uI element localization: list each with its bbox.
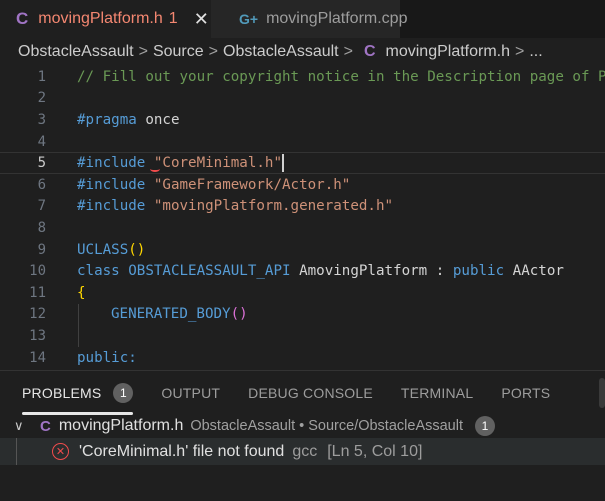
code-line: 11 { xyxy=(0,282,605,304)
code-line: 10 class OBSTACLEASSAULT_API AmovingPlat… xyxy=(0,260,605,282)
parens: () xyxy=(128,241,146,258)
line-number: 3 xyxy=(37,111,46,128)
tab-problem-count: 1 xyxy=(168,10,178,27)
tab-title: movingPlatform.h xyxy=(38,10,163,27)
problem-source: gcc xyxy=(292,442,318,460)
breadcrumb-item[interactable]: Source xyxy=(153,43,204,61)
code-line: 8 xyxy=(0,217,605,239)
line-number: 10 xyxy=(29,263,46,280)
line-number: 11 xyxy=(29,284,46,301)
breadcrumb-more[interactable]: ... xyxy=(529,43,542,61)
parens: () xyxy=(230,306,248,323)
keyword: public xyxy=(452,263,505,280)
comment: // Fill out your copyright notice in the… xyxy=(77,68,605,85)
string: "movingPlatform.generated.h" xyxy=(145,198,394,215)
breadcrumb-item[interactable]: ObstacleAssault xyxy=(18,43,134,61)
tab-label: OUTPUT xyxy=(161,385,221,401)
code-line: 7 #include "movingPlatform.generated.h" xyxy=(0,196,605,218)
chevron-down-icon[interactable]: ∨ xyxy=(14,418,36,434)
tab-label: TERMINAL xyxy=(400,385,474,401)
macro: UCLASS xyxy=(77,241,129,258)
problem-location: [Ln 5, Col 10] xyxy=(327,442,423,460)
code-line: 3 #pragma once xyxy=(0,109,605,131)
keyword: public: xyxy=(77,349,137,366)
code-line: 1 // Fill out your copyright notice in t… xyxy=(0,66,605,88)
base-class: AActor xyxy=(504,263,564,280)
indent-guide xyxy=(78,303,79,326)
chevron-right-icon: > xyxy=(515,43,525,60)
code-line: 9 UCLASS() xyxy=(0,239,605,261)
tab-debug-console[interactable]: DEBUG CONSOLE xyxy=(248,371,373,415)
problem-message: 'CoreMinimal.h' file not found xyxy=(79,442,285,460)
string: "GameFramework/Actor.h" xyxy=(145,176,351,193)
panel-tab-bar: PROBLEMS 1 OUTPUT DEBUG CONSOLE TERMINAL… xyxy=(0,371,605,415)
keyword: #pragma xyxy=(77,111,137,128)
line-number: 5 xyxy=(37,155,46,172)
error-icon: ✕ xyxy=(52,443,69,460)
keyword: #include xyxy=(77,155,146,172)
problem-group-row[interactable]: ∨ C movingPlatform.h ObstacleAssault • S… xyxy=(0,415,605,437)
problem-item[interactable]: ✕ 'CoreMinimal.h' file not found gcc [Ln… xyxy=(0,438,605,465)
line-number: 13 xyxy=(29,327,46,344)
close-icon[interactable]: ✕ xyxy=(194,9,209,30)
tab-output[interactable]: OUTPUT xyxy=(161,371,220,415)
problem-file-name: movingPlatform.h xyxy=(58,417,184,434)
cpp-file-icon: G+ xyxy=(239,11,259,27)
keyword: #include xyxy=(77,198,146,215)
c-file-icon: C xyxy=(363,43,376,60)
line-number: 2 xyxy=(37,90,46,107)
tree-guide xyxy=(16,438,17,465)
line-number: 9 xyxy=(37,241,46,258)
problems-count-badge: 1 xyxy=(113,383,134,403)
colon: : xyxy=(427,263,453,280)
code-line-current: 5 #include "CoreMinimal.h" xyxy=(0,152,605,174)
breadcrumb-item[interactable]: ObstacleAssault xyxy=(223,43,339,61)
tab-title: movingPlatform.cpp xyxy=(266,10,408,27)
brace: { xyxy=(77,284,86,301)
line-number: 1 xyxy=(37,68,46,85)
tab-problems[interactable]: PROBLEMS 1 xyxy=(22,371,134,415)
c-file-icon: C xyxy=(40,417,51,435)
chevron-right-icon: > xyxy=(208,43,218,60)
line-number: 12 xyxy=(29,306,46,323)
line-number: 14 xyxy=(29,349,46,366)
tab-moving-platform-cpp[interactable]: G+ movingPlatform.cpp xyxy=(211,0,407,38)
text-cursor xyxy=(282,154,285,173)
code-line: 14 public: xyxy=(0,347,605,366)
scrollbar[interactable] xyxy=(599,378,605,408)
tab-moving-platform-h[interactable]: C movingPlatform.h 1 ✕ xyxy=(0,0,211,38)
macro: GENERATED_BODY xyxy=(111,306,231,323)
keyword: class xyxy=(77,263,120,280)
problem-file-path: ObstacleAssault • Source/ObstacleAssault xyxy=(190,418,463,434)
code-line: 2 xyxy=(0,88,605,110)
tab-ports[interactable]: PORTS xyxy=(501,371,550,415)
chevron-right-icon: > xyxy=(343,43,353,60)
line-number: 8 xyxy=(37,219,46,236)
breadcrumb: ObstacleAssault > Source > ObstacleAssau… xyxy=(0,38,605,66)
code-line: 6 #include "GameFramework/Actor.h" xyxy=(0,174,605,196)
code-line: 12 GENERATED_BODY() xyxy=(0,303,605,326)
code-line: 4 xyxy=(0,131,605,153)
keyword: #include xyxy=(77,176,146,193)
tab-label: PROBLEMS xyxy=(22,385,102,401)
tab-label: PORTS xyxy=(501,385,551,401)
tab-terminal[interactable]: TERMINAL xyxy=(401,371,473,415)
string: "CoreMinimal.h" xyxy=(145,155,283,172)
tab-label: DEBUG CONSOLE xyxy=(248,385,373,401)
macro: OBSTACLEASSAULT_API xyxy=(119,263,291,280)
line-number: 7 xyxy=(37,198,46,215)
line-number: 4 xyxy=(37,133,46,150)
c-file-icon: C xyxy=(16,9,29,28)
line-number: 6 xyxy=(37,176,46,193)
editor-tab-bar: C movingPlatform.h 1 ✕ G+ movingPlatform… xyxy=(0,0,605,38)
class-name: AmovingPlatform xyxy=(290,263,428,280)
code-line: 13 xyxy=(0,325,605,347)
breadcrumb-file[interactable]: movingPlatform.h xyxy=(386,43,511,61)
identifier: once xyxy=(136,111,180,128)
code-editor[interactable]: 1 // Fill out your copyright notice in t… xyxy=(0,66,605,366)
indent-guide xyxy=(78,325,79,347)
chevron-right-icon: > xyxy=(138,43,148,60)
problem-count-badge: 1 xyxy=(475,416,495,436)
